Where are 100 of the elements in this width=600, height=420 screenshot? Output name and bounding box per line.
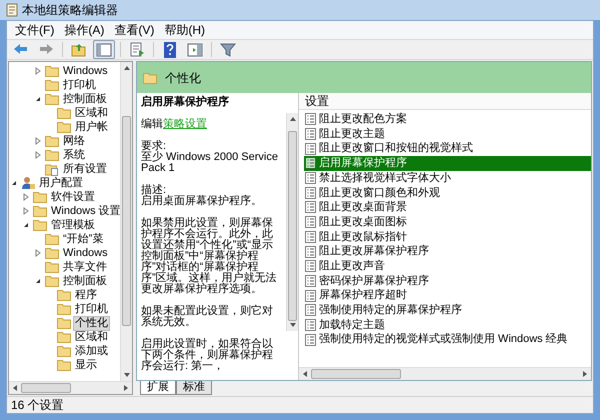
requirement-label: 要求: — [141, 141, 168, 152]
menu-item[interactable]: 帮助(H) — [164, 21, 205, 39]
tree-item[interactable]: 控制面板 — [61, 274, 109, 288]
folder-icon — [33, 205, 47, 217]
tree-item[interactable]: 个性化 — [73, 316, 110, 330]
view-tab[interactable]: 标准 — [176, 381, 212, 395]
folder-icon — [57, 345, 71, 357]
policy-icon — [305, 172, 316, 184]
tree-item[interactable]: 区域和 — [73, 330, 110, 344]
expand-arrow-icon[interactable] — [33, 66, 43, 76]
folder-icon — [45, 79, 59, 91]
setting-row[interactable]: 禁止选择视觉样式字体大小 — [304, 170, 591, 186]
scroll-up-icon[interactable] — [122, 64, 130, 72]
tree-item[interactable]: 程序 — [73, 288, 99, 302]
folder-icon — [57, 359, 71, 371]
scroll-down-icon[interactable] — [122, 371, 130, 379]
tree-item[interactable]: 系统 — [61, 148, 87, 162]
setting-row[interactable]: 阻止更改主题 — [304, 126, 591, 142]
setting-row[interactable]: 阻止更改声音 — [304, 258, 591, 274]
expand-arrow-icon[interactable] — [33, 150, 43, 160]
folder-icon — [57, 289, 71, 301]
setting-row[interactable]: 阻止更改桌面图标 — [304, 214, 591, 230]
folder-icon — [57, 107, 71, 119]
tree-item[interactable]: “开始”菜 — [61, 232, 106, 246]
policy-icon — [305, 230, 316, 243]
setting-row[interactable]: 阻止更改屏幕保护程序 — [304, 244, 591, 259]
folder-icon — [45, 275, 59, 287]
expand-arrow-icon[interactable] — [21, 192, 31, 202]
requirement-text: 至少 Windows 2000 Service Pack 1 — [141, 152, 279, 174]
expand-arrow-icon[interactable] — [33, 136, 43, 146]
menu-item[interactable]: 文件(F) — [15, 21, 54, 39]
policy-icon — [305, 260, 316, 272]
folder-icon — [33, 219, 47, 231]
tree-item[interactable]: 打印机 — [73, 302, 110, 316]
column-header[interactable]: 设置 — [299, 93, 591, 110]
vertical-scrollbar[interactable] — [120, 62, 132, 381]
vertical-scrollbar[interactable] — [286, 113, 298, 331]
tree-item[interactable]: 控制面板 — [61, 92, 109, 106]
setting-row[interactable]: 强制使用特定的屏幕保护程序 — [304, 302, 591, 318]
setting-row[interactable]: 阻止更改窗口颜色和外观 — [304, 185, 591, 200]
description-paragraph: 启用桌面屏幕保护程序。 — [141, 196, 263, 207]
description-paragraph: 启用此设置时，如果符合以下两个条件，则屏幕保护程序会运行: 第一， — [141, 339, 274, 372]
tree-item[interactable]: 添加或 — [73, 344, 110, 358]
menu-item[interactable]: 操作(A) — [64, 21, 104, 39]
tree-item[interactable]: 用户帐 — [73, 120, 110, 134]
scroll-up-icon[interactable] — [288, 115, 296, 123]
expand-arrow-icon[interactable] — [33, 248, 43, 258]
policy-icon — [305, 304, 316, 316]
folder-icon — [45, 261, 59, 273]
window-title: 本地组策略编辑器 — [22, 2, 118, 19]
horizontal-scrollbar[interactable] — [299, 367, 591, 380]
policy-title: 启用屏幕保护程序 — [141, 97, 230, 108]
scroll-right-icon[interactable] — [122, 384, 130, 392]
setting-row[interactable]: 阻止更改桌面背景 — [304, 200, 591, 215]
policy-icon — [305, 157, 316, 170]
tree-item[interactable]: 共享文件 — [61, 260, 109, 274]
folder-icon — [45, 233, 59, 245]
policy-icon — [305, 186, 316, 199]
setting-row[interactable]: 阻止更改鼠标指针 — [304, 230, 591, 244]
tree-item[interactable]: 显示 — [73, 358, 99, 372]
tree-item[interactable]: 用户配置 — [37, 176, 85, 190]
expand-arrow-icon[interactable] — [21, 206, 31, 216]
description-paragraph: 如果未配置此设置，则它对系统无效。 — [141, 306, 274, 328]
setting-row[interactable]: 阻止更改窗口和按钮的视觉样式 — [304, 141, 591, 156]
scroll-right-icon[interactable] — [581, 370, 589, 378]
tree-item[interactable]: Windows — [61, 64, 110, 78]
scroll-left-icon[interactable] — [11, 384, 19, 392]
folder-icon — [57, 331, 71, 343]
tree-item[interactable]: 所有设置 — [61, 162, 109, 176]
status-bar: 16 个设置 — [7, 396, 593, 413]
folder-icon — [45, 65, 59, 77]
setting-row[interactable]: 阻止更改配色方案 — [304, 112, 591, 127]
tree-item[interactable]: 区域和 — [73, 106, 110, 120]
description-label: 描述: — [141, 185, 166, 196]
tree-item[interactable]: Windows 设置 — [49, 204, 120, 218]
view-tab[interactable]: 扩展 — [140, 381, 176, 395]
user-icon — [21, 176, 35, 190]
setting-row[interactable]: 屏幕保护程序超时 — [304, 288, 591, 303]
policy-icon — [305, 246, 316, 258]
folder-icon — [45, 247, 59, 259]
setting-row[interactable]: 加载特定主题 — [304, 318, 591, 332]
scroll-left-icon[interactable] — [301, 370, 309, 378]
folder-icon — [57, 121, 71, 133]
menu-item[interactable]: 查看(V) — [114, 21, 154, 39]
setting-row[interactable]: 强制使用特定的视觉样式或强制使用 Windows 经典 — [304, 332, 591, 347]
horizontal-scrollbar[interactable] — [9, 381, 132, 394]
policy-icon — [305, 113, 316, 126]
policy-icon — [305, 128, 316, 140]
policy-icon — [305, 142, 316, 155]
folder-icon — [45, 149, 59, 161]
folder-icon — [57, 303, 71, 315]
tree-item[interactable]: 管理模板 — [49, 218, 97, 232]
tree-item[interactable]: 网络 — [61, 134, 87, 148]
setting-row[interactable]: 密码保护屏幕保护程序 — [304, 274, 591, 288]
policy-icon — [305, 274, 316, 287]
tree-item[interactable]: 软件设置 — [49, 190, 97, 204]
tree-item[interactable]: Windows — [61, 246, 110, 260]
tree-item[interactable]: 打印机 — [61, 78, 98, 92]
setting-row[interactable]: 启用屏幕保护程序 — [304, 156, 591, 171]
tree-pane-icon[interactable] — [93, 40, 115, 59]
